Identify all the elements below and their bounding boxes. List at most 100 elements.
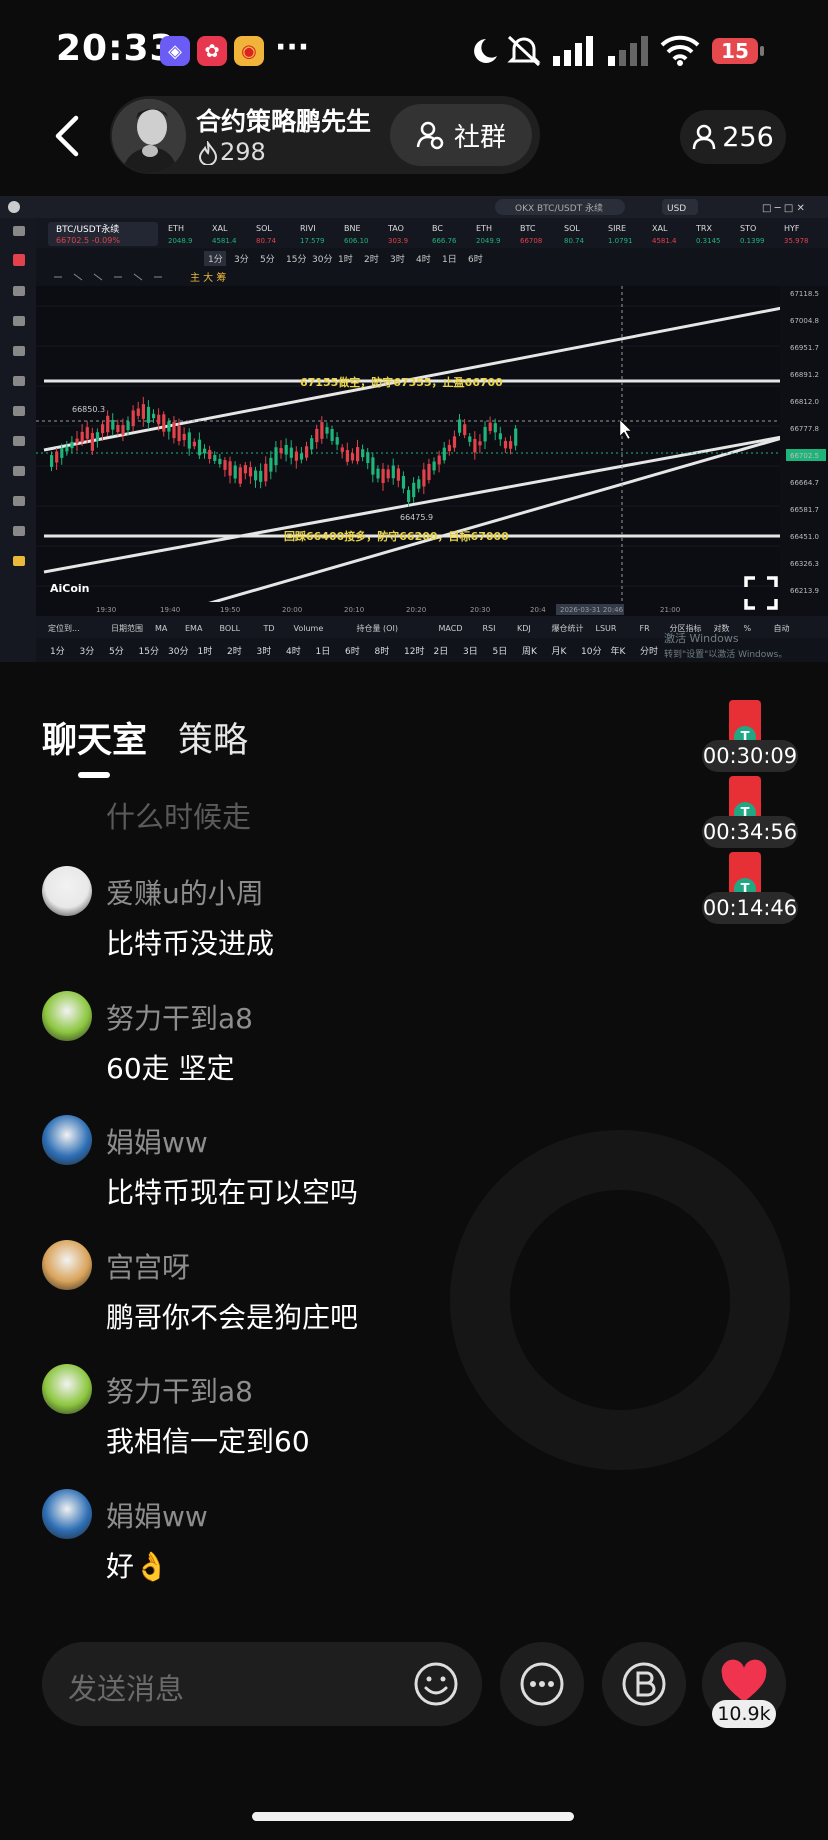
back-arrow-icon[interactable]	[48, 112, 88, 160]
message-input-placeholder: 发送消息	[68, 1672, 185, 1706]
time-axis-label: 20:20	[406, 606, 426, 614]
chat-username[interactable]: 努力干到a8	[106, 1370, 253, 1410]
candle	[493, 423, 497, 433]
live-stream-video[interactable]: OKX BTC/USDT 永续 USD □ ─ □ ✕ BTC/USDT永续 6…	[0, 196, 828, 662]
tab-chatroom[interactable]: 聊天室	[42, 712, 147, 763]
candle	[340, 447, 344, 452]
interval-tab: 1日	[442, 254, 457, 265]
user-avatar[interactable]	[42, 1488, 92, 1539]
battery-cap	[760, 46, 764, 56]
candle	[70, 441, 74, 449]
candle	[463, 424, 467, 436]
price-axis-label: 66664.7	[790, 479, 819, 487]
candle	[95, 432, 100, 441]
ticker-name: BTC	[520, 224, 536, 233]
time-axis-label: 19:40	[160, 606, 180, 614]
indicator-tab: 日期范围	[111, 623, 143, 633]
chat-message: 努力干到a8 60走 坚定	[42, 990, 682, 1101]
cell-signal-2-icon	[608, 36, 648, 66]
fullscreen-icon[interactable]	[744, 576, 778, 610]
bitcoin-button[interactable]	[602, 1642, 686, 1726]
candle	[498, 433, 502, 440]
host-avatar[interactable]	[112, 99, 186, 173]
candle	[452, 436, 457, 448]
candle	[299, 453, 304, 460]
interval-tab: 5分	[260, 254, 275, 265]
chat-username[interactable]: 努力干到a8	[106, 997, 253, 1037]
red-packet[interactable]: T 00:14:46	[702, 852, 798, 924]
bottom-interval-tab: 2日	[434, 646, 449, 657]
mute-bell-icon	[507, 35, 541, 67]
candle	[289, 447, 293, 458]
home-indicator[interactable]	[252, 1812, 574, 1821]
chart-search-text: OKX BTC/USDT 永续	[515, 202, 603, 214]
indicator-tab: BOLL	[220, 624, 241, 633]
ticker-value: 2049.9	[476, 237, 501, 245]
interval-tab: 15分	[286, 254, 306, 265]
user-avatar[interactable]	[42, 1239, 92, 1290]
candle	[325, 427, 329, 434]
red-packet[interactable]: T 00:30:09	[702, 700, 798, 772]
candle	[284, 444, 288, 455]
interval-tab: 2时	[364, 253, 379, 265]
candle	[50, 455, 54, 467]
ticker-name: BC	[432, 224, 443, 233]
candle	[233, 465, 237, 479]
time-axis-label: 19:30	[96, 606, 116, 614]
more-options-button[interactable]	[500, 1642, 584, 1726]
price-axis-label: 66702.5	[790, 452, 819, 460]
ticker-name: XAL	[212, 224, 228, 233]
candle	[458, 419, 462, 433]
bottom-interval-tab: 12时	[404, 645, 424, 657]
candle	[407, 490, 411, 502]
price-axis-label: 66812.0	[790, 398, 819, 406]
community-button[interactable]: 社群	[390, 104, 532, 166]
candle	[116, 424, 120, 433]
candle	[177, 425, 181, 442]
candle	[468, 436, 472, 442]
status-time: 20:33	[56, 28, 176, 69]
interval-tab: 1分	[208, 254, 223, 265]
time-axis-label: 20:4	[530, 606, 546, 614]
red-packet[interactable]: T 00:34:56	[702, 776, 798, 848]
candle	[294, 451, 298, 461]
chat-username[interactable]: 娟娟ww	[106, 1495, 208, 1535]
candle	[417, 479, 421, 489]
candle	[381, 468, 385, 484]
chat-message: 娟娟ww 好👌	[42, 1488, 682, 1599]
bottom-interval-tab: 5日	[493, 646, 508, 657]
ticker-value: 4581.4	[212, 237, 237, 245]
indicator-tab: 持仓量 (OI)	[357, 623, 398, 633]
candle	[243, 465, 247, 474]
candle	[223, 460, 227, 470]
user-avatar[interactable]	[42, 1115, 92, 1165]
interval-tab: 1时	[338, 253, 353, 265]
candle	[75, 438, 79, 444]
candle	[85, 427, 89, 439]
indicator-tab: 爆仓统计	[552, 623, 584, 633]
ticker-value: 2048.9	[168, 237, 193, 245]
candle	[320, 422, 324, 439]
active-tab-indicator	[78, 772, 110, 778]
candle	[391, 465, 395, 479]
chat-username[interactable]: 娟娟ww	[106, 1121, 208, 1161]
candle	[197, 439, 202, 456]
ticker-name: XAL	[652, 224, 668, 233]
tab-strategy[interactable]: 策略	[178, 712, 248, 763]
user-avatar[interactable]	[42, 1364, 92, 1414]
price-axis-label: 66581.7	[790, 506, 819, 514]
candle	[335, 437, 339, 445]
chat-text: 我相信一定到60	[106, 1425, 310, 1458]
candle	[509, 441, 513, 449]
user-avatar[interactable]	[42, 990, 92, 1041]
chat-username[interactable]: 爱赚u的小周	[106, 872, 264, 912]
candle	[101, 424, 105, 434]
viewer-count-pill[interactable]: 256	[680, 110, 786, 164]
time-axis-label: 20:00	[282, 606, 302, 614]
user-avatar[interactable]	[42, 866, 92, 916]
chat-username[interactable]: 宫宫呀	[106, 1246, 190, 1286]
emoji-icon[interactable]	[412, 1660, 460, 1708]
red-packet-countdown: 00:14:46	[702, 892, 798, 924]
ticker-name: BNE	[344, 224, 361, 233]
candle	[192, 441, 196, 447]
